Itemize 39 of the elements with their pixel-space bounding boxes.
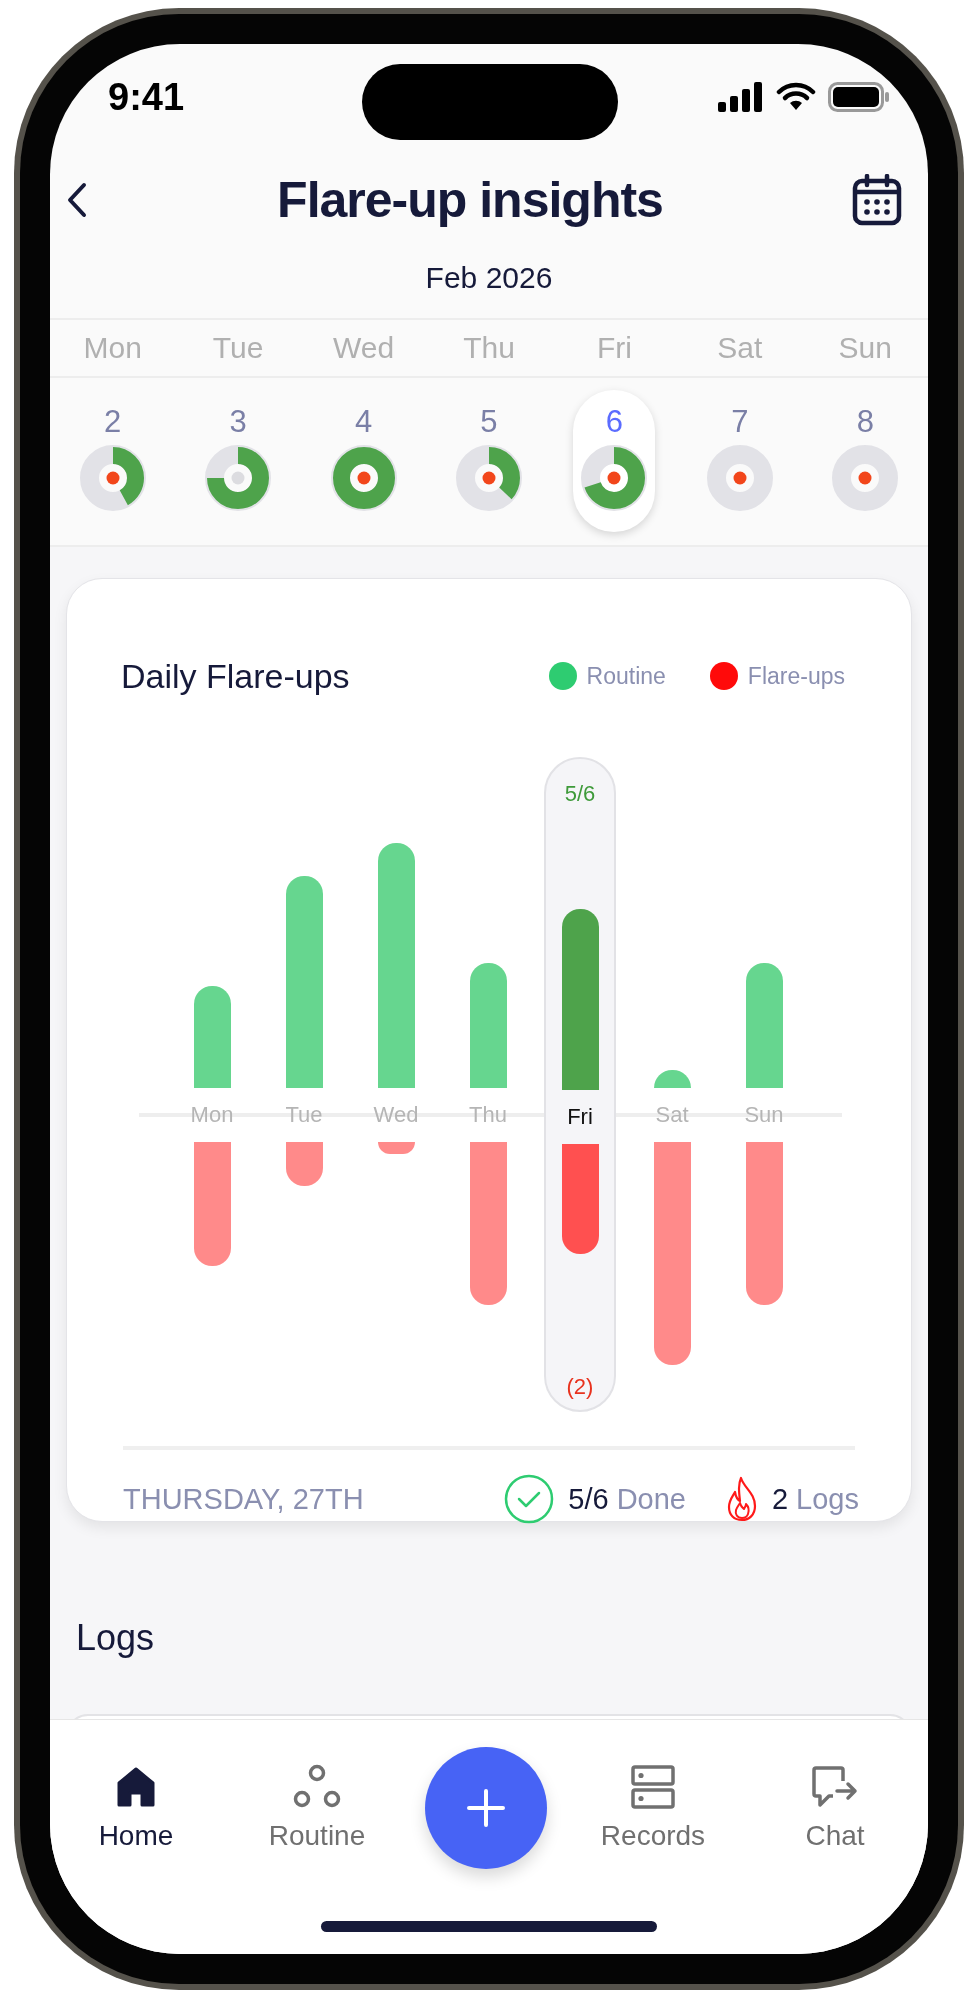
weekday-label: Sat	[716, 331, 764, 365]
done-label: Done	[616, 1482, 686, 1516]
day-selector[interactable]: 3	[197, 390, 280, 532]
day-label: Wed	[373, 1102, 419, 1128]
day-label: Thu	[469, 1102, 507, 1128]
day-selector[interactable]: 4	[322, 390, 405, 532]
nav-tab[interactable]: Home	[98, 1764, 174, 1852]
page-title: Flare-up insights	[277, 171, 663, 229]
day-label: Sat	[655, 1102, 689, 1128]
weekday-label: Wed	[332, 331, 396, 365]
weekday-label: Fri	[595, 331, 633, 365]
nav-tab[interactable]: Chat	[805, 1764, 865, 1852]
day-selector[interactable]: 5	[448, 390, 530, 532]
day-selector[interactable]: 2	[71, 390, 154, 532]
day-selector[interactable]: 7	[698, 390, 781, 532]
day-selector[interactable]: 8	[824, 390, 907, 532]
weekday-label: Thu	[462, 331, 516, 365]
weekday-label: Sun	[837, 331, 893, 365]
status-time: 9:41	[108, 75, 185, 119]
day-label: Tue	[285, 1102, 323, 1128]
logs-label: Logs	[796, 1482, 859, 1516]
day-label: Fri	[567, 1104, 593, 1130]
day-selector[interactable]: 6	[573, 390, 656, 532]
done-count: 5/6	[568, 1482, 609, 1516]
selected-date: THURSDAY, 27TH	[123, 1482, 364, 1516]
chart-title: Daily Flare-ups	[121, 656, 350, 696]
legend-label: Flare-ups	[747, 662, 845, 690]
flare-count: (2)	[566, 1374, 594, 1400]
nav-tab[interactable]: Routine	[268, 1764, 366, 1852]
month-label: Feb 2026	[424, 260, 554, 296]
logs-count: 2	[771, 1482, 789, 1516]
section-heading: Logs	[76, 1617, 156, 1659]
weekday-label: Mon	[82, 331, 143, 365]
weekday-label: Tue	[211, 331, 265, 365]
day-label: Mon	[190, 1102, 234, 1128]
routine-value: 5/6	[564, 781, 596, 807]
day-label: Sun	[744, 1102, 784, 1128]
legend-label: Routine	[586, 662, 666, 690]
nav-tab[interactable]: Records	[600, 1764, 706, 1852]
